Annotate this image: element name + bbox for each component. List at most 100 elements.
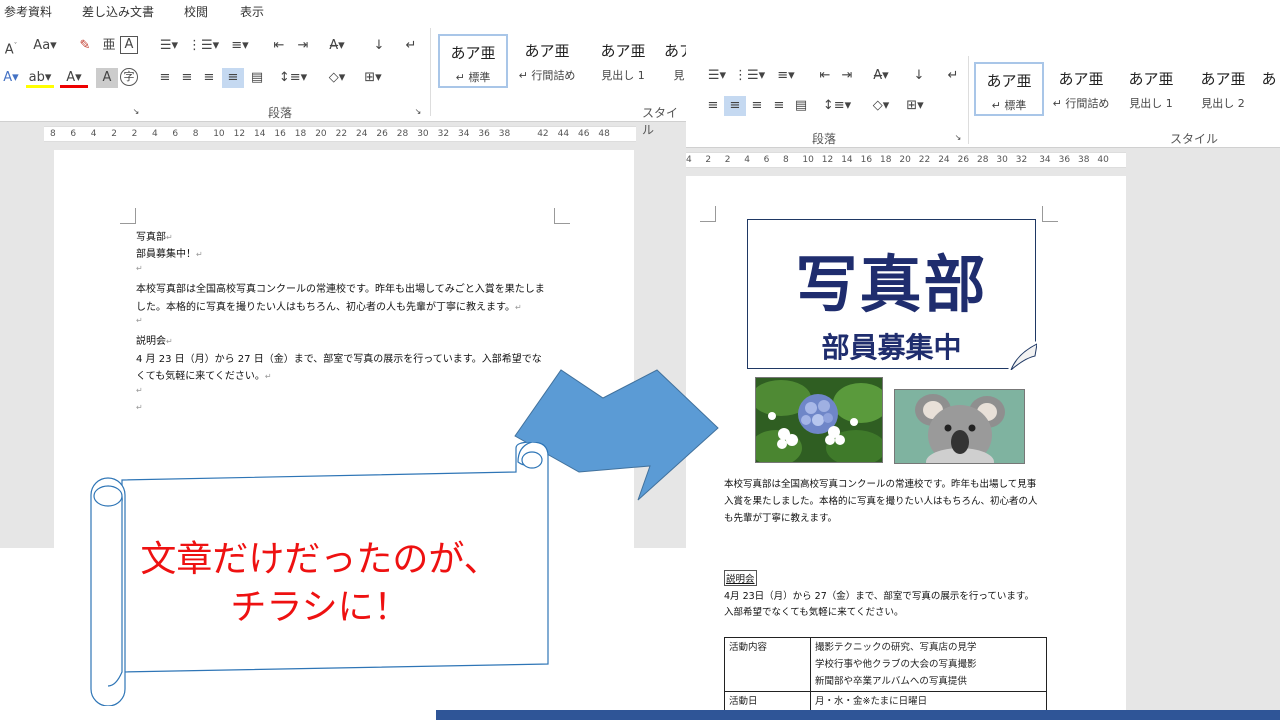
font-shrink-icon[interactable]: Aˇ	[0, 36, 22, 57]
enclose-char-icon[interactable]: 字	[120, 68, 138, 86]
ruler-tick: 42	[537, 129, 549, 139]
tab-review[interactable]: 校閲	[184, 3, 208, 20]
ruler-tick: 14	[254, 129, 266, 139]
style-heading-1[interactable]: あア亜 見出し 1	[1116, 62, 1186, 116]
style-heading-1[interactable]: あア亜 見出し 1	[588, 34, 658, 88]
numbering-icon[interactable]: ⋮☰▾	[188, 36, 219, 56]
align-left-icon[interactable]: ≡	[702, 96, 724, 116]
ruler-tick: 22	[918, 155, 931, 165]
document-line: 写真部↵	[136, 232, 173, 243]
align-right-icon[interactable]: ≡	[746, 96, 768, 116]
ruler-tick: 2	[724, 155, 731, 165]
line-spacing-icon[interactable]: ↕≡▾	[278, 68, 308, 88]
style-sample: あア亜	[1128, 70, 1174, 88]
bullets-icon[interactable]: ☰▾	[154, 36, 184, 56]
table-value-line: 撮影テクニックの研究、写真店の見学	[815, 642, 977, 653]
group-divider	[430, 28, 431, 116]
bullets-icon[interactable]: ☰▾	[702, 66, 732, 86]
justify-icon[interactable]: ≡	[222, 68, 244, 88]
style-normal[interactable]: あア亜 ↵ 標準	[974, 62, 1044, 116]
align-right-icon[interactable]: ≡	[198, 68, 220, 88]
flyer-title-box[interactable]: 写真部 部員募集中	[747, 219, 1037, 370]
style-name: ↵ 行間詰め	[1052, 97, 1110, 110]
align-center-icon[interactable]: ≡	[176, 68, 198, 88]
table-cell-label: 活動内容	[724, 637, 811, 692]
document-line: ↵	[136, 402, 143, 413]
paragraph-mark-icon: ↵	[196, 250, 203, 260]
style-heading-2[interactable]: あア 見	[664, 34, 686, 88]
style-name: 見	[673, 69, 685, 82]
decrease-indent-icon[interactable]: ⇤	[268, 36, 290, 56]
right-word-window: ☰▾ ⋮☰▾ ≡▾ ⇤ ⇥ A̶▾ ↓ ↵ ≡ ≡ ≡ ≡ ▤ ↕≡▾ ◇▾ ⊞…	[686, 32, 1280, 720]
sort-icon[interactable]: ↓	[368, 36, 390, 56]
paragraph-mark-icon: ↵	[515, 302, 522, 312]
ruler-tick: 10	[213, 129, 225, 139]
font-color-icon[interactable]: A▾	[60, 68, 88, 88]
align-left-icon[interactable]: ≡	[154, 68, 176, 88]
shading-icon[interactable]: ◇▾	[322, 68, 352, 88]
distributed-icon[interactable]: ▤	[790, 96, 812, 116]
multilevel-list-icon[interactable]: ≡▾	[224, 36, 256, 56]
clear-format-icon[interactable]: ✎	[74, 36, 96, 56]
paragraph-dialog-launcher-icon[interactable]: ↘	[952, 132, 964, 144]
body-line: 入賞を果たしました。本格的に写真を撮りたい人はもちろん、初心者の人	[724, 496, 1038, 507]
horizontal-ruler[interactable]: 8 6 4 2 2 4 6 8 10 12 14 16 18 20 22 24 26 28 30 32 34 36 38 42…	[44, 126, 636, 142]
paragraph-dialog-launcher-icon[interactable]: ↘	[412, 106, 424, 118]
distributed-icon[interactable]: ▤	[246, 68, 268, 88]
text-effects-icon[interactable]: A▾	[0, 68, 22, 88]
document-line: した。本格的に写真を撮りたい人はもちろん、初心者の人も先輩が丁寧に教えます。↵	[136, 301, 522, 313]
show-marks-icon[interactable]: ↵	[400, 36, 422, 56]
increase-indent-icon[interactable]: ⇥	[292, 36, 314, 56]
ruler-tick: 4	[744, 155, 750, 165]
info-line: 4月 23日（月）から 27（金）まで、部室で写真の展示を行っています。	[724, 591, 1034, 602]
enclosed-char-icon[interactable]: A	[120, 36, 138, 54]
paragraph-mark-icon: ↵	[136, 385, 143, 395]
char-shading-icon[interactable]: A	[96, 68, 118, 88]
align-center-icon[interactable]: ≡	[724, 96, 746, 116]
style-no-spacing[interactable]: あア亜 ↵ 行間詰め	[512, 34, 582, 88]
increase-indent-icon[interactable]: ⇥	[836, 66, 858, 86]
callout-line-1: 文章だけだったのが、	[140, 539, 500, 580]
shading-icon[interactable]: ◇▾	[866, 96, 896, 116]
asian-layout-icon[interactable]: A̶▾	[322, 36, 352, 56]
style-normal[interactable]: あア亜 ↵ 標準	[438, 34, 508, 88]
hydrangea-image	[756, 378, 882, 462]
ribbon-tabs: 参考資料 差し込み文書 校閲 表示	[0, 0, 686, 22]
ruler-tick: 8	[192, 129, 199, 139]
styles-group-label: スタイル	[1170, 132, 1219, 146]
tab-mailings[interactable]: 差し込み文書	[82, 3, 154, 20]
change-case-icon[interactable]: Aa▾	[30, 36, 60, 56]
line-spacing-icon[interactable]: ↕≡▾	[822, 96, 852, 116]
asian-layout-icon[interactable]: A̶▾	[866, 66, 896, 86]
tab-view[interactable]: 表示	[240, 3, 264, 20]
slide-bottom-bar	[436, 710, 1280, 720]
phonetic-guide-icon[interactable]: 亜	[98, 36, 120, 56]
borders-icon[interactable]: ⊞▾	[900, 96, 930, 116]
style-no-spacing[interactable]: あア亜 ↵ 行間詰め	[1046, 62, 1116, 116]
ruler-tick: 28	[396, 129, 409, 139]
highlight-icon[interactable]: ab▾	[26, 68, 54, 88]
style-heading-2[interactable]: あア亜 見出し 2	[1188, 62, 1258, 116]
style-more[interactable]: あ	[1258, 62, 1280, 116]
font-dialog-launcher-icon[interactable]: ↘	[130, 106, 142, 118]
sort-icon[interactable]: ↓	[908, 66, 930, 86]
hydrangea-photo[interactable]	[755, 377, 883, 463]
paragraph-mark-icon: ↵	[136, 263, 143, 273]
tab-references[interactable]: 参考資料	[4, 3, 52, 20]
numbering-icon[interactable]: ⋮☰▾	[734, 66, 765, 86]
multilevel-list-icon[interactable]: ≡▾	[770, 66, 802, 86]
ruler-tick: 4	[686, 155, 692, 165]
ribbon: Aˇ Aa▾ ✎ 亜 A A▾ ab▾ A▾ A 字 ☰▾ ⋮☰▾ ≡▾ ⇤ ⇥…	[0, 22, 686, 137]
borders-icon[interactable]: ⊞▾	[358, 68, 388, 88]
decrease-indent-icon[interactable]: ⇤	[814, 66, 836, 86]
ruler-tick: 44	[557, 129, 570, 139]
margin-corner	[1042, 206, 1058, 222]
horizontal-ruler[interactable]: 4 2 2 4 6 8 10 12 14 16 18 20 22 24 26 28 30 32 34 36 38 40	[686, 152, 1126, 168]
show-marks-icon[interactable]: ↵	[942, 66, 964, 86]
activity-table: 活動内容 撮影テクニックの研究、写真店の見学 学校行事や他クラブの大会の写真撮影 新聞…	[724, 637, 1047, 720]
koala-photo[interactable]	[894, 389, 1025, 464]
document-page[interactable]: 写真部 部員募集中 本校写真部は全国高校写真コンクールの常連校です。昨年も出場し…	[686, 176, 1126, 720]
justify-icon[interactable]: ≡	[768, 96, 790, 116]
style-sample: あア亜	[524, 42, 570, 60]
group-divider	[968, 56, 969, 144]
